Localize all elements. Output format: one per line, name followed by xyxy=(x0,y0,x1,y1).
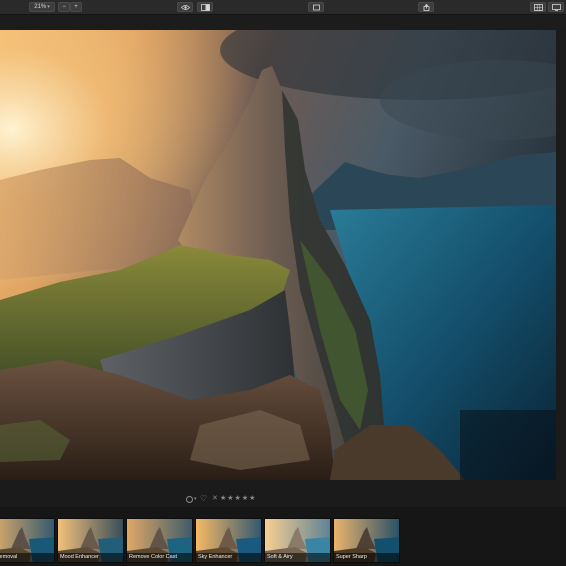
color-label-icon[interactable] xyxy=(186,496,193,503)
eye-icon xyxy=(180,5,190,10)
zoom-dropdown[interactable]: 21%▾ xyxy=(29,2,55,12)
preset-label: Remove Color Cast xyxy=(127,553,192,562)
share-icon xyxy=(423,4,429,11)
compare-icon xyxy=(200,4,210,11)
crop-button[interactable] xyxy=(308,2,324,12)
preset-label: Mood Enhancer xyxy=(58,553,123,562)
preset-thumbnail[interactable]: ...Removal xyxy=(0,518,55,563)
monitor-button[interactable] xyxy=(548,2,564,12)
zoom-out-button[interactable]: − xyxy=(58,2,70,12)
preset-thumbnail[interactable]: Soft & Airy xyxy=(264,518,331,563)
toolbar-spacer xyxy=(0,15,566,30)
zoom-value: 21% xyxy=(34,4,47,10)
preset-thumbnail[interactable]: Sky Enhancer xyxy=(195,518,262,563)
preset-label: Soft & Airy xyxy=(265,553,330,562)
preset-filmstrip: ...Removal Mood Enhancer Remove Color Ca… xyxy=(0,507,566,566)
preset-label: Super Sharp xyxy=(334,553,399,562)
monitor-icon xyxy=(551,4,561,11)
preset-thumbnail[interactable]: Mood Enhancer xyxy=(57,518,124,563)
reject-icon[interactable]: ✕ xyxy=(212,494,218,504)
crop-icon xyxy=(312,4,320,11)
top-toolbar: 21%▾ − + xyxy=(0,0,566,15)
heart-icon[interactable]: ♡ xyxy=(200,494,207,504)
chevron-down-icon[interactable]: ▾ xyxy=(194,494,197,504)
compare-button[interactable] xyxy=(197,2,213,12)
grid-view-button[interactable] xyxy=(530,2,546,12)
grid-view-icon xyxy=(533,4,543,11)
share-button[interactable] xyxy=(418,2,434,12)
preset-thumbnail[interactable]: Super Sharp xyxy=(333,518,400,563)
rating-bar: ▾ ♡ ✕ ★★★★★ xyxy=(0,492,566,506)
zoom-in-button[interactable]: + xyxy=(70,2,82,12)
preset-label: Sky Enhancer xyxy=(196,553,261,562)
preset-label: ...Removal xyxy=(0,553,54,562)
preset-thumbnail[interactable]: Remove Color Cast xyxy=(126,518,193,563)
main-photo[interactable] xyxy=(0,30,556,480)
chevron-down-icon: ▾ xyxy=(47,4,50,10)
star-rating[interactable]: ★★★★★ xyxy=(220,494,256,504)
preview-toggle-button[interactable] xyxy=(177,2,193,12)
